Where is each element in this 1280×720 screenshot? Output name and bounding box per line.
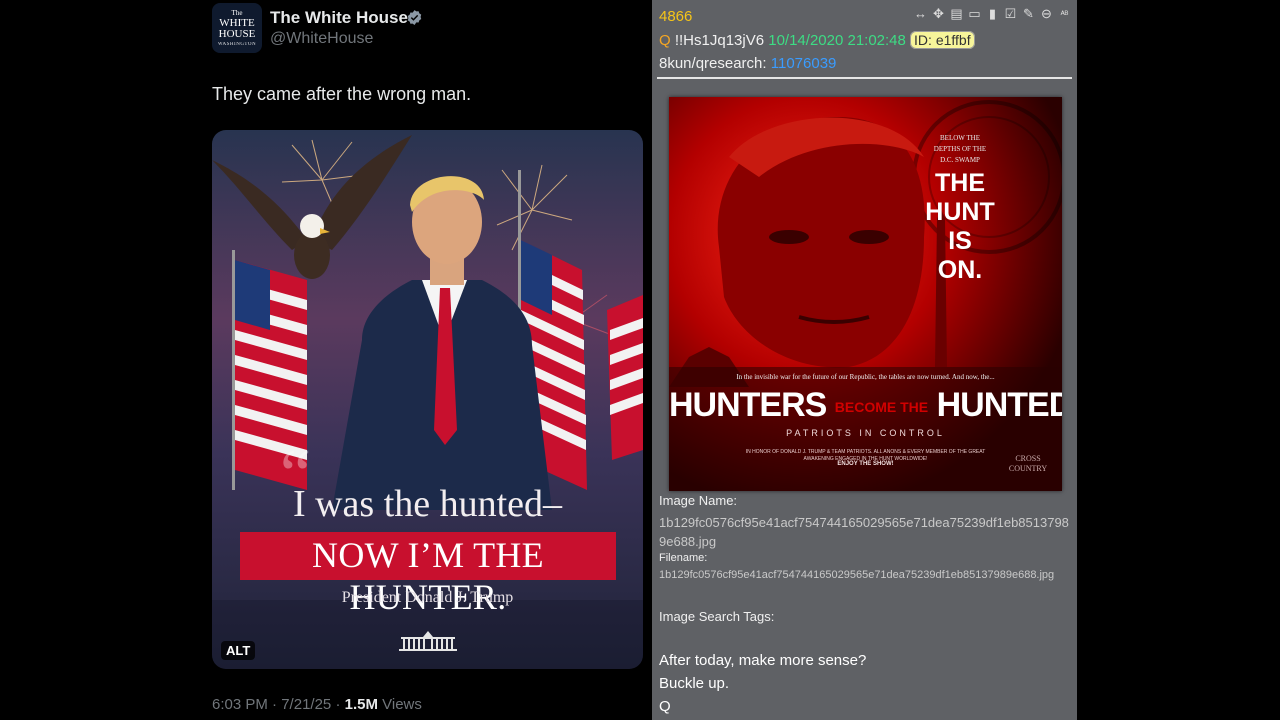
poster-enjoy-text: ENJOY THE SHOW! [837,461,894,467]
avatar[interactable]: The WHITE HOUSE WASHINGTON [212,3,262,53]
divider [657,77,1072,79]
image-name-label: Image Name: [659,493,738,508]
post-message-line: After today, make more sense? [659,652,867,669]
poster-title: HUNTERS BECOME THE HUNTED [669,386,1062,425]
move-icon[interactable]: ✥ [932,7,945,21]
poster-below-text: BELOW THE DEPTHS OF THE D.C. SWAMP [933,134,987,164]
poster-tagline: In the invisible war for the future of o… [736,373,995,381]
meta-separator: · [272,696,278,713]
verified-badge-icon [407,10,422,25]
clipboard-icon[interactable]: ▮ [986,7,999,21]
tweet-time[interactable]: 6:03 PM [212,696,268,713]
poster-title-mid: BECOME THE [834,399,929,416]
poster-title-left: HUNTERS [669,386,827,424]
translate-icon[interactable]: ᴬᴮ [1058,7,1071,21]
post-author: Q [659,32,671,49]
meta-separator: · [335,696,341,713]
image-search-tags-label: Image Search Tags: [659,609,775,624]
avatar-text-main: WHITE HOUSE [218,16,256,40]
views-label: Views [382,696,422,713]
file-icon[interactable]: ▤ [950,7,963,21]
tweet-text: They came after the wrong man. [212,84,472,104]
board-name: 8kun/qresearch: [659,55,767,72]
filename-label: Filename: [659,552,708,564]
poster-hunt-text: THE HUNT IS ON. [925,169,995,284]
poster-attribution: President Donald J. Trump [341,589,514,606]
board-line: 8kun/qresearch: 11076039 [659,55,836,72]
tweet-card: The WHITE HOUSE WASHINGTON The White Hous… [202,0,651,720]
tweet-meta: 6:03 PM · 7/21/25 · 1.5M Views [212,696,422,713]
filename-value[interactable]: 1b129fc0576cf95e41acf754744165029565e71d… [659,569,1054,581]
poster-subtitle: PATRIOTS IN CONTROL [786,428,945,438]
post-message-signature: Q [659,698,671,715]
thread-link[interactable]: 11076039 [771,55,837,72]
clipboard-check-icon[interactable]: ☑ [1004,7,1017,21]
views-count: 1.5M [344,696,378,713]
post-toolbar: ↔ ✥ ▤ ▭ ▮ ☑ ✎ ⊖ ᴬᴮ [914,7,1071,21]
post-datetime: 10/14/2020 21:02:48 [768,32,906,49]
avatar-text-top: The [231,8,243,17]
alt-text-badge[interactable]: ALT [221,641,256,660]
post-id-badge[interactable]: ID: e1ffbf [910,31,975,49]
post-tripcode: !!Hs1Jq13jV6 [674,32,765,49]
tweet-image[interactable]: “ I was the hunted– NOW I’M THE HUNTER. … [212,130,643,669]
poster-title-right: HUNTED [936,386,1062,424]
tweet-date[interactable]: 7/21/25 [281,696,331,713]
post-image[interactable]: BELOW THE DEPTHS OF THE D.C. SWAMP THE H… [669,97,1062,491]
post-number[interactable]: 4866 [659,8,692,25]
vr-icon[interactable]: ▭ [968,7,981,21]
white-house-logo-icon [399,631,457,651]
pin-icon[interactable]: ✎ [1022,7,1035,21]
image-name-value[interactable]: 1b129fc0576cf95e41acf754744165029565e71d… [659,513,1071,551]
account-handle[interactable]: @WhiteHouse [270,30,373,48]
expand-icon[interactable]: ↔ [914,7,927,21]
qdrop-post: 4866 ↔ ✥ ▤ ▭ ▮ ☑ ✎ ⊖ ᴬᴮ Q !!Hs1Jq13jV6 1… [652,0,1077,720]
post-header: Q !!Hs1Jq13jV6 10/14/2020 21:02:48 ID: e… [659,31,975,49]
poster-quote-line1: I was the hunted– [292,483,563,525]
poster-brand-logo: CROSS COUNTRY [1008,454,1048,473]
avatar-text-bottom: WASHINGTON [217,41,257,47]
post-message-line: Buckle up. [659,675,730,692]
arrow-up-icon[interactable]: ⊖ [1040,7,1053,21]
display-name[interactable]: The White House [270,8,408,28]
